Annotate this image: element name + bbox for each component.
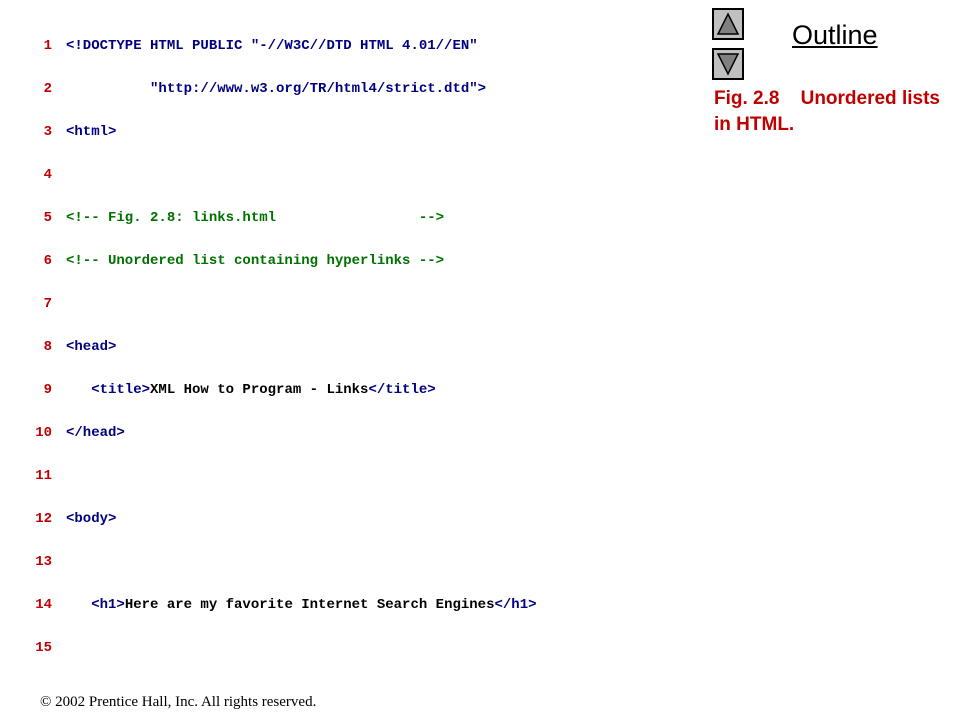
code-text: <html>	[66, 124, 117, 140]
line-number: 6	[43, 253, 52, 269]
figure-caption: Fig. 2.8 Unordered lists in HTML.	[714, 86, 944, 138]
triangle-down-icon	[716, 53, 740, 76]
code-text: </head>	[66, 425, 125, 441]
line-number: 2	[43, 81, 52, 97]
line-number: 14	[35, 597, 52, 613]
line-number: 7	[43, 296, 52, 312]
line-number: 3	[43, 124, 52, 140]
previous-slide-button[interactable]	[712, 8, 744, 40]
line-number: 4	[43, 167, 52, 183]
line-number: 8	[43, 339, 52, 355]
code-text: <h1>Here are my favorite Internet Search…	[66, 597, 537, 613]
line-number: 1	[43, 38, 52, 54]
line-number: 10	[35, 425, 52, 441]
line-number: 13	[35, 554, 52, 570]
code-comment: <!-- Fig. 2.8: links.html -->	[66, 210, 445, 226]
code-text: "http://www.w3.org/TR/html4/strict.dtd">	[66, 81, 487, 97]
triangle-up-icon	[716, 12, 740, 35]
code-comment: <!-- Unordered list containing hyperlink…	[66, 253, 445, 269]
line-number: 12	[35, 511, 52, 527]
copyright-footer: © 2002 Prentice Hall, Inc. All rights re…	[40, 694, 317, 710]
outline-link[interactable]: Outline	[792, 20, 878, 51]
line-number: 11	[35, 468, 52, 484]
code-text: <title>XML How to Program - Links</title…	[66, 382, 436, 398]
line-number: 9	[43, 382, 52, 398]
line-number: 5	[43, 210, 52, 226]
code-text: <head>	[66, 339, 117, 355]
figure-number: Fig. 2.8	[714, 88, 780, 109]
line-number: 15	[35, 640, 52, 656]
next-slide-button[interactable]	[712, 48, 744, 80]
code-text: <!DOCTYPE HTML PUBLIC "-//W3C//DTD HTML …	[66, 38, 478, 54]
code-text: <body>	[66, 511, 117, 527]
